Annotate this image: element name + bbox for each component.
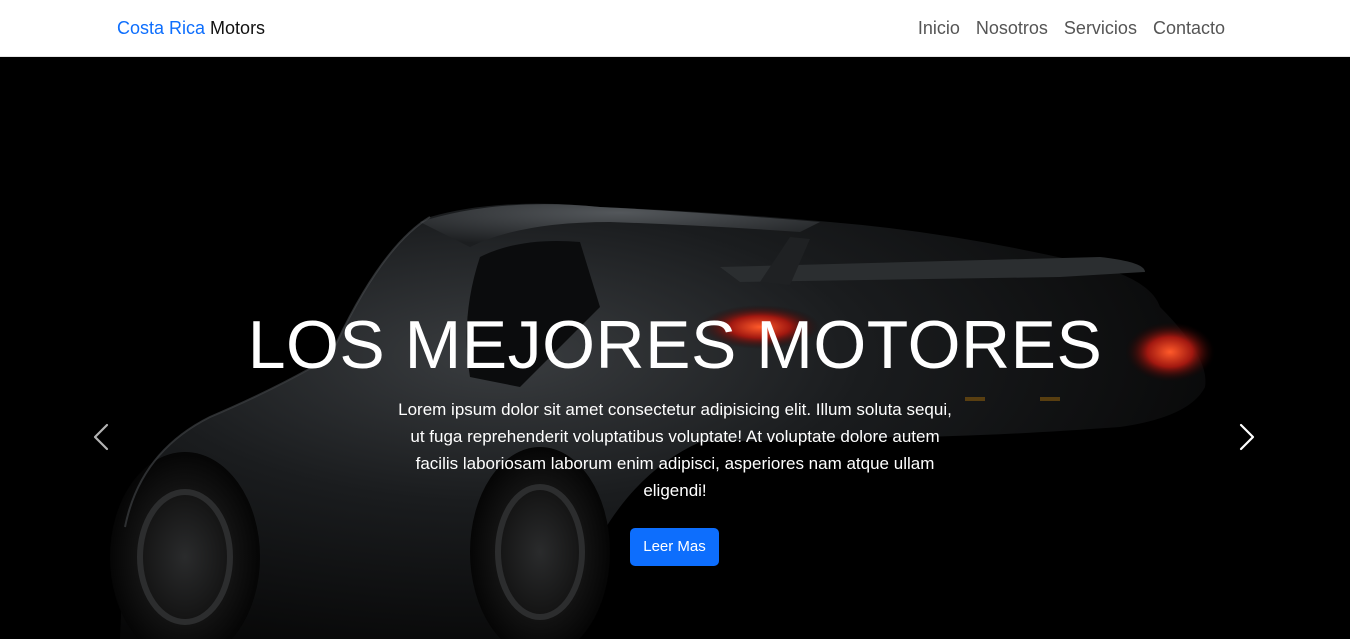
nav-menu: Inicio Nosotros Servicios Contacto xyxy=(918,17,1225,39)
nav-link-inicio[interactable]: Inicio xyxy=(918,17,960,39)
read-more-button[interactable]: Leer Mas xyxy=(630,528,719,566)
nav-link-servicios[interactable]: Servicios xyxy=(1064,17,1137,39)
carousel-prev-button[interactable] xyxy=(86,417,116,457)
nav-link-contacto[interactable]: Contacto xyxy=(1153,17,1225,39)
navbar: Costa Rica Motors Inicio Nosotros Servic… xyxy=(0,0,1350,57)
hero-title: LOS MEJORES MOTORES xyxy=(247,307,1103,383)
brand-main-text: Motors xyxy=(210,18,266,38)
hero-description: Lorem ipsum dolor sit amet consectetur a… xyxy=(398,400,952,500)
chevron-left-icon xyxy=(93,423,109,451)
brand-logo[interactable]: Costa Rica Motors xyxy=(117,17,265,39)
carousel-next-button[interactable] xyxy=(1232,417,1262,457)
hero-carousel: LOS MEJORES MOTORES Lorem ipsum dolor si… xyxy=(0,57,1350,639)
brand-accent-text: Costa Rica xyxy=(117,18,206,38)
nav-link-nosotros[interactable]: Nosotros xyxy=(976,17,1048,39)
chevron-right-icon xyxy=(1239,423,1255,451)
